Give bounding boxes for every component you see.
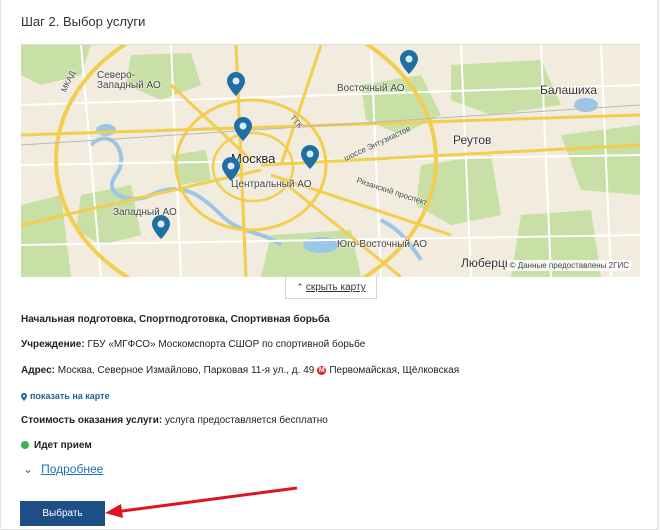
address-row: Адрес: Москва, Северное Измайлово, Парко…: [21, 365, 459, 376]
status-text: Идет прием: [34, 440, 92, 451]
hide-map-label: скрыть карту: [305, 282, 366, 293]
service-name: Начальная подготовка, Спортподготовка, С…: [21, 314, 330, 325]
hide-map-button[interactable]: ⌃ скрыть карту: [285, 277, 377, 299]
location-pin-icon: [21, 392, 27, 401]
service-card: Шаг 2. Выбор услуги Москва Балашиха Реут…: [0, 0, 658, 530]
map-marker-icon[interactable]: [152, 215, 170, 239]
map-label-v-ao: Восточный АО: [337, 83, 405, 94]
map-label-sz-ao: Северо- Западный АО: [97, 70, 161, 91]
cost-value: услуга предоставляется бесплатно: [164, 415, 328, 426]
map-marker-icon[interactable]: [301, 145, 319, 169]
organization-value: ГБУ «МГФСО» Москомспорта СШОР по спортив…: [87, 339, 366, 350]
address-value: Москва, Северное Измайлово, Парковая 11-…: [57, 365, 315, 376]
map-marker-icon[interactable]: [222, 157, 240, 181]
address-label: Адрес:: [21, 365, 55, 376]
service-name-text: Начальная подготовка, Спортподготовка, С…: [21, 314, 330, 325]
metro-icon: M: [317, 365, 327, 375]
metro-value: Первомайская, Щёлковская: [329, 365, 460, 376]
status-dot-icon: [21, 441, 29, 450]
cost-label: Стоимость оказания услуги:: [21, 415, 163, 426]
red-arrow-annotation: [105, 486, 298, 518]
more-details-link[interactable]: ⌄ Подробнее: [23, 462, 103, 476]
map-copyright: © Данные предоставлены 2ГИС: [506, 260, 632, 271]
map-marker-icon[interactable]: [400, 50, 418, 74]
more-details-label: Подробнее: [41, 462, 104, 476]
step-title: Шаг 2. Выбор услуги: [21, 14, 146, 29]
organization-label: Учреждение:: [21, 339, 85, 350]
show-on-map-label: показать на карте: [30, 391, 110, 401]
map-marker-icon[interactable]: [234, 117, 252, 141]
map-marker-icon[interactable]: [227, 72, 245, 96]
map-label-reutov: Реутов: [453, 133, 492, 147]
chevron-down-icon: ⌄: [23, 462, 34, 476]
map-label-c-ao: Центральный АО: [231, 179, 312, 190]
cost-row: Стоимость оказания услуги: услуга предос…: [21, 415, 328, 426]
map-label-yuv-ao: Юго-Восточный АО: [337, 239, 427, 250]
map-label-balashikha: Балашиха: [540, 83, 598, 97]
organization-row: Учреждение: ГБУ «МГФСО» Москомспорта СШО…: [21, 339, 365, 350]
select-button[interactable]: Выбрать: [20, 501, 105, 526]
map-label-lyubertsy: Люберцы: [461, 256, 514, 270]
map[interactable]: Москва Балашиха Реутов Люберцы Северо- З…: [21, 44, 640, 277]
status-row: Идет прием: [21, 440, 92, 451]
show-on-map-link[interactable]: показать на карте: [21, 391, 110, 401]
chevron-up-icon: ⌃: [296, 282, 304, 292]
